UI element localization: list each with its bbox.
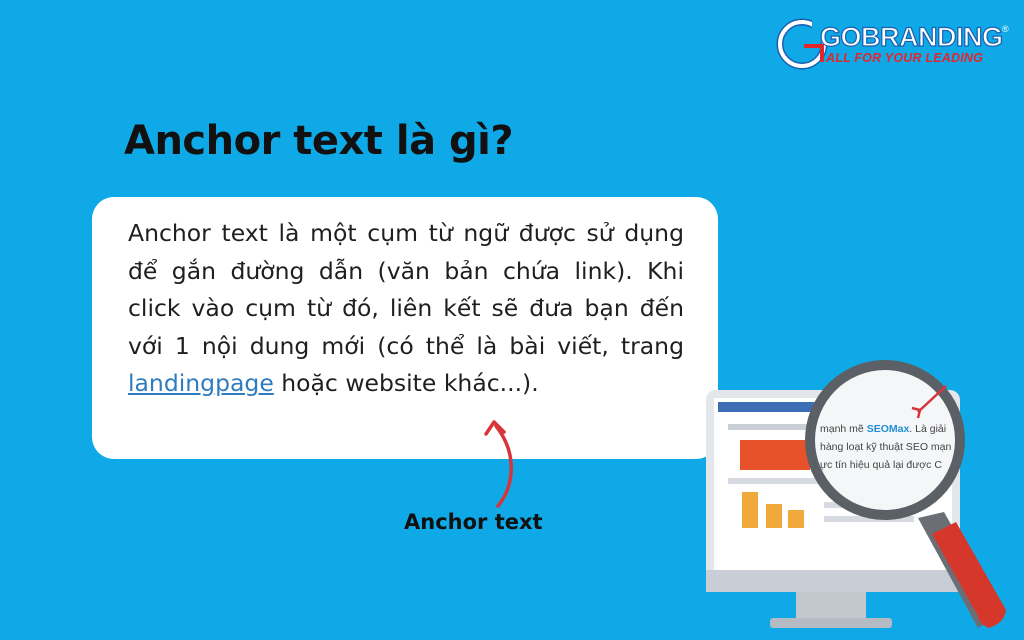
magnifier-line-1: mạnh mẽ xyxy=(820,423,867,435)
landingpage-link[interactable]: landingpage xyxy=(128,369,274,397)
logo-brand-text: GOBRANDING xyxy=(819,21,1003,52)
magnifier-line-1-rest: . Là giải xyxy=(909,423,946,435)
magnifier-line-2: hàng loạt kỹ thuật SEO mạn xyxy=(820,441,951,453)
definition-text-after: hoặc website khác...). xyxy=(273,369,539,397)
seomax-highlight: SEOMax xyxy=(867,423,910,435)
gobranding-logo: GOBRANDING ® ALL FOR YOUR LEADING xyxy=(776,18,1012,70)
definition-text-before: Anchor text là một cụm từ ngữ được sử dụ… xyxy=(128,219,684,360)
logo-tagline: ALL FOR YOUR LEADING xyxy=(826,51,984,65)
anchor-text-label: Anchor text xyxy=(404,510,543,534)
definition-card: Anchor text là một cụm từ ngữ được sử dụ… xyxy=(92,197,718,459)
logo-registered-mark: ® xyxy=(1002,24,1009,34)
magnifier-line-3: ực tín hiệu quả lại được C xyxy=(820,459,942,471)
curved-arrow-icon xyxy=(484,420,513,508)
svg-text:mạnh mẽ SEOMax. Là giải: mạnh mẽ SEOMax. Là giải xyxy=(820,423,946,435)
page-title: Anchor text là gì? xyxy=(124,118,514,164)
monitor-magnifier-illustration: mạnh mẽ SEOMax. Là giải hàng loạt kỹ thu… xyxy=(706,360,1006,628)
definition-text: Anchor text là một cụm từ ngữ được sử dụ… xyxy=(128,215,684,403)
